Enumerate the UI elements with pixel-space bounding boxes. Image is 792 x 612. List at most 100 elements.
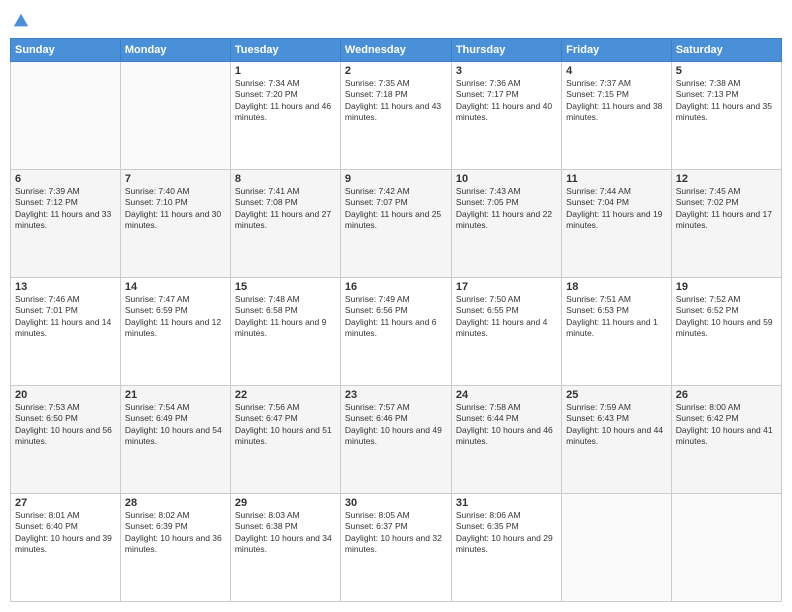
calendar-cell: 19Sunrise: 7:52 AMSunset: 6:52 PMDayligh… <box>671 278 781 386</box>
page: SundayMondayTuesdayWednesdayThursdayFrid… <box>0 0 792 612</box>
calendar-cell: 11Sunrise: 7:44 AMSunset: 7:04 PMDayligh… <box>562 170 672 278</box>
day-info: Sunrise: 7:57 AMSunset: 6:46 PMDaylight:… <box>345 402 447 448</box>
day-number: 14 <box>125 281 226 293</box>
day-info: Sunrise: 7:48 AMSunset: 6:58 PMDaylight:… <box>235 294 336 340</box>
calendar-cell: 13Sunrise: 7:46 AMSunset: 7:01 PMDayligh… <box>11 278 121 386</box>
calendar-cell: 27Sunrise: 8:01 AMSunset: 6:40 PMDayligh… <box>11 494 121 602</box>
day-number: 4 <box>566 65 667 77</box>
day-info: Sunrise: 7:39 AMSunset: 7:12 PMDaylight:… <box>15 186 116 232</box>
day-info: Sunrise: 7:49 AMSunset: 6:56 PMDaylight:… <box>345 294 447 340</box>
calendar-day-header: Thursday <box>451 39 561 62</box>
calendar-cell: 7Sunrise: 7:40 AMSunset: 7:10 PMDaylight… <box>120 170 230 278</box>
calendar-day-header: Saturday <box>671 39 781 62</box>
calendar-week-row: 6Sunrise: 7:39 AMSunset: 7:12 PMDaylight… <box>11 170 782 278</box>
day-number: 30 <box>345 497 447 509</box>
day-number: 18 <box>566 281 667 293</box>
day-info: Sunrise: 8:05 AMSunset: 6:37 PMDaylight:… <box>345 510 447 556</box>
day-info: Sunrise: 7:59 AMSunset: 6:43 PMDaylight:… <box>566 402 667 448</box>
calendar-table: SundayMondayTuesdayWednesdayThursdayFrid… <box>10 38 782 602</box>
day-number: 3 <box>456 65 557 77</box>
day-info: Sunrise: 8:02 AMSunset: 6:39 PMDaylight:… <box>125 510 226 556</box>
day-number: 19 <box>676 281 777 293</box>
calendar-cell: 18Sunrise: 7:51 AMSunset: 6:53 PMDayligh… <box>562 278 672 386</box>
day-info: Sunrise: 7:50 AMSunset: 6:55 PMDaylight:… <box>456 294 557 340</box>
calendar-week-row: 20Sunrise: 7:53 AMSunset: 6:50 PMDayligh… <box>11 386 782 494</box>
logo <box>10 10 30 30</box>
day-info: Sunrise: 7:34 AMSunset: 7:20 PMDaylight:… <box>235 78 336 124</box>
calendar-day-header: Sunday <box>11 39 121 62</box>
calendar-cell: 20Sunrise: 7:53 AMSunset: 6:50 PMDayligh… <box>11 386 121 494</box>
logo-icon <box>12 12 30 30</box>
day-number: 7 <box>125 173 226 185</box>
calendar-cell: 21Sunrise: 7:54 AMSunset: 6:49 PMDayligh… <box>120 386 230 494</box>
calendar-cell: 6Sunrise: 7:39 AMSunset: 7:12 PMDaylight… <box>11 170 121 278</box>
day-info: Sunrise: 7:52 AMSunset: 6:52 PMDaylight:… <box>676 294 777 340</box>
calendar-cell: 14Sunrise: 7:47 AMSunset: 6:59 PMDayligh… <box>120 278 230 386</box>
day-number: 12 <box>676 173 777 185</box>
calendar-cell: 29Sunrise: 8:03 AMSunset: 6:38 PMDayligh… <box>230 494 340 602</box>
day-number: 10 <box>456 173 557 185</box>
calendar-cell <box>120 62 230 170</box>
day-info: Sunrise: 7:40 AMSunset: 7:10 PMDaylight:… <box>125 186 226 232</box>
calendar-cell <box>11 62 121 170</box>
calendar-cell: 2Sunrise: 7:35 AMSunset: 7:18 PMDaylight… <box>340 62 451 170</box>
day-number: 28 <box>125 497 226 509</box>
calendar-cell: 16Sunrise: 7:49 AMSunset: 6:56 PMDayligh… <box>340 278 451 386</box>
calendar-week-row: 27Sunrise: 8:01 AMSunset: 6:40 PMDayligh… <box>11 494 782 602</box>
day-info: Sunrise: 7:45 AMSunset: 7:02 PMDaylight:… <box>676 186 777 232</box>
day-number: 26 <box>676 389 777 401</box>
calendar-cell: 31Sunrise: 8:06 AMSunset: 6:35 PMDayligh… <box>451 494 561 602</box>
day-number: 21 <box>125 389 226 401</box>
day-info: Sunrise: 8:00 AMSunset: 6:42 PMDaylight:… <box>676 402 777 448</box>
day-info: Sunrise: 7:43 AMSunset: 7:05 PMDaylight:… <box>456 186 557 232</box>
day-number: 11 <box>566 173 667 185</box>
calendar-day-header: Monday <box>120 39 230 62</box>
day-number: 17 <box>456 281 557 293</box>
day-number: 22 <box>235 389 336 401</box>
day-number: 15 <box>235 281 336 293</box>
day-info: Sunrise: 7:51 AMSunset: 6:53 PMDaylight:… <box>566 294 667 340</box>
calendar-cell: 8Sunrise: 7:41 AMSunset: 7:08 PMDaylight… <box>230 170 340 278</box>
day-number: 2 <box>345 65 447 77</box>
calendar-day-header: Wednesday <box>340 39 451 62</box>
calendar-cell: 25Sunrise: 7:59 AMSunset: 6:43 PMDayligh… <box>562 386 672 494</box>
calendar-cell: 4Sunrise: 7:37 AMSunset: 7:15 PMDaylight… <box>562 62 672 170</box>
calendar-cell <box>562 494 672 602</box>
calendar-cell: 9Sunrise: 7:42 AMSunset: 7:07 PMDaylight… <box>340 170 451 278</box>
day-number: 20 <box>15 389 116 401</box>
calendar-cell: 1Sunrise: 7:34 AMSunset: 7:20 PMDaylight… <box>230 62 340 170</box>
day-number: 8 <box>235 173 336 185</box>
day-info: Sunrise: 7:47 AMSunset: 6:59 PMDaylight:… <box>125 294 226 340</box>
day-info: Sunrise: 7:36 AMSunset: 7:17 PMDaylight:… <box>456 78 557 124</box>
calendar-cell: 22Sunrise: 7:56 AMSunset: 6:47 PMDayligh… <box>230 386 340 494</box>
day-info: Sunrise: 8:01 AMSunset: 6:40 PMDaylight:… <box>15 510 116 556</box>
calendar-cell: 28Sunrise: 8:02 AMSunset: 6:39 PMDayligh… <box>120 494 230 602</box>
day-number: 29 <box>235 497 336 509</box>
day-number: 9 <box>345 173 447 185</box>
day-info: Sunrise: 7:58 AMSunset: 6:44 PMDaylight:… <box>456 402 557 448</box>
day-info: Sunrise: 7:42 AMSunset: 7:07 PMDaylight:… <box>345 186 447 232</box>
day-number: 1 <box>235 65 336 77</box>
calendar-day-header: Friday <box>562 39 672 62</box>
calendar-cell: 30Sunrise: 8:05 AMSunset: 6:37 PMDayligh… <box>340 494 451 602</box>
calendar-cell: 24Sunrise: 7:58 AMSunset: 6:44 PMDayligh… <box>451 386 561 494</box>
day-info: Sunrise: 7:38 AMSunset: 7:13 PMDaylight:… <box>676 78 777 124</box>
calendar-cell: 3Sunrise: 7:36 AMSunset: 7:17 PMDaylight… <box>451 62 561 170</box>
calendar-cell: 26Sunrise: 8:00 AMSunset: 6:42 PMDayligh… <box>671 386 781 494</box>
day-number: 25 <box>566 389 667 401</box>
day-number: 23 <box>345 389 447 401</box>
day-number: 31 <box>456 497 557 509</box>
calendar-day-header: Tuesday <box>230 39 340 62</box>
calendar-cell: 10Sunrise: 7:43 AMSunset: 7:05 PMDayligh… <box>451 170 561 278</box>
day-info: Sunrise: 7:35 AMSunset: 7:18 PMDaylight:… <box>345 78 447 124</box>
day-number: 13 <box>15 281 116 293</box>
calendar-week-row: 13Sunrise: 7:46 AMSunset: 7:01 PMDayligh… <box>11 278 782 386</box>
day-number: 5 <box>676 65 777 77</box>
day-number: 6 <box>15 173 116 185</box>
day-info: Sunrise: 7:44 AMSunset: 7:04 PMDaylight:… <box>566 186 667 232</box>
day-number: 27 <box>15 497 116 509</box>
calendar-week-row: 1Sunrise: 7:34 AMSunset: 7:20 PMDaylight… <box>11 62 782 170</box>
day-info: Sunrise: 8:03 AMSunset: 6:38 PMDaylight:… <box>235 510 336 556</box>
calendar-cell: 23Sunrise: 7:57 AMSunset: 6:46 PMDayligh… <box>340 386 451 494</box>
calendar-cell: 17Sunrise: 7:50 AMSunset: 6:55 PMDayligh… <box>451 278 561 386</box>
